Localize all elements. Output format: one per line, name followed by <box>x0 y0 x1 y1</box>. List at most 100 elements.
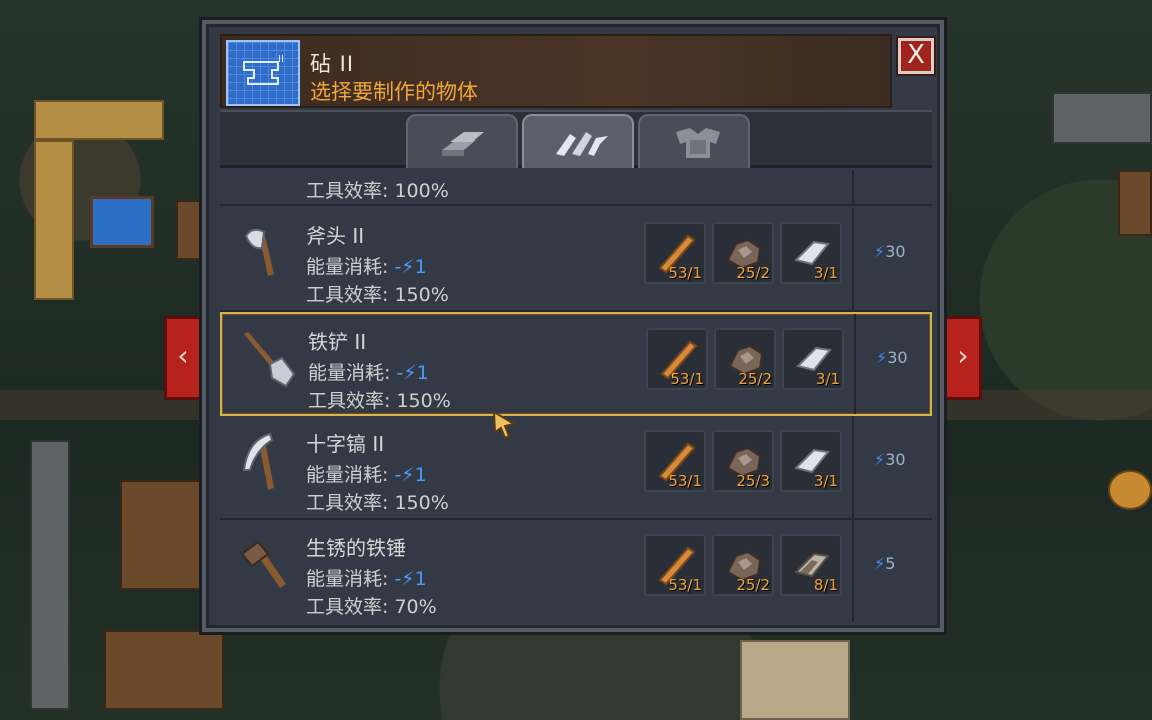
hammer-icon <box>240 540 286 588</box>
bolt-icon: ⚡ <box>874 242 886 261</box>
ingredient-slot[interactable]: 25/2 <box>714 328 776 390</box>
sand-wall <box>34 100 164 140</box>
ingredient-slot[interactable]: 53/1 <box>644 430 706 492</box>
ingredient-slot[interactable]: 3/1 <box>782 328 844 390</box>
energy-stat: 能量消耗: -⚡1 <box>306 564 427 591</box>
energy-stat: 能量消耗: -⚡1 <box>306 460 427 487</box>
ingredient-count: 53/1 <box>668 264 702 282</box>
item-name: 铁铲 II <box>308 330 367 354</box>
list-item[interactable]: 工具效率: 100% <box>220 170 932 206</box>
stone-wall <box>30 440 70 710</box>
pickaxe-icon <box>242 432 274 490</box>
energy-label: 能量消耗: <box>306 256 389 278</box>
close-button[interactable]: X <box>898 38 934 74</box>
bolt-icon: ⚡ <box>876 348 888 367</box>
ingredient-count: 3/1 <box>813 472 838 490</box>
efficiency-text: 工具效率: 150% <box>306 492 449 514</box>
wooden-chest <box>1118 170 1152 236</box>
energy-value: -⚡1 <box>394 256 427 278</box>
wooden-crate <box>104 630 224 710</box>
cost-value: 5 <box>885 554 896 573</box>
campfire <box>1108 470 1152 510</box>
ore-pile <box>740 640 850 720</box>
ingredient-slot[interactable]: 25/2 <box>712 222 774 284</box>
recipe-row-shovel[interactable]: 铁铲 II 能量消耗: -⚡1 工具效率: 150% 53/1 25/2 3/1 <box>220 312 932 416</box>
cursor-icon <box>492 410 517 440</box>
efficiency-text: 工具效率: 150% <box>306 284 449 306</box>
efficiency-text: 工具效率: 100% <box>306 180 449 202</box>
sand-wall <box>34 140 74 300</box>
efficiency-text: 工具效率: 70% <box>306 596 437 618</box>
energy-stat: 能量消耗: -⚡1 <box>306 252 427 279</box>
window-title: 砧 II <box>310 52 355 76</box>
cost-value: 30 <box>885 242 906 261</box>
ingredient-slot[interactable]: 53/1 <box>644 534 706 596</box>
recipe-row-hammer[interactable]: 生锈的铁锤 能量消耗: -⚡1 工具效率: 70% 53/1 25/2 8/1 <box>220 520 932 622</box>
energy-cost: ⚡5 <box>874 554 895 573</box>
window-header: II 砧 II 选择要制作的物体 <box>220 34 892 108</box>
ingredient-count: 8/1 <box>813 576 838 594</box>
row-divider <box>852 170 854 204</box>
recipe-list: 工具效率: 100% 斧头 II 能量消耗: -⚡1 工具效率: 150% 53… <box>220 170 932 622</box>
ingredient-count: 25/2 <box>738 370 772 388</box>
next-page-button[interactable]: › <box>944 316 982 400</box>
row-divider <box>852 208 854 310</box>
ingredient-slot[interactable]: 53/1 <box>646 328 708 390</box>
recipe-row-pickaxe[interactable]: 十字镐 II 能量消耗: -⚡1 工具效率: 150% 53/1 25/3 3/… <box>220 416 932 520</box>
blueprint-table <box>90 196 154 248</box>
ingredient-slot[interactable]: 53/1 <box>644 222 706 284</box>
efficiency-text: 工具效率: 150% <box>308 390 451 412</box>
shovel-icon <box>244 332 296 388</box>
energy-label: 能量消耗: <box>306 568 389 590</box>
energy-cost: ⚡30 <box>874 242 906 261</box>
anvil-crafting-window: II 砧 II 选择要制作的物体 X 工具效率: 100% 斧头 II 能量消耗… <box>202 20 944 632</box>
row-divider <box>852 416 854 518</box>
energy-value: -⚡1 <box>396 362 429 384</box>
energy-cost: ⚡30 <box>876 348 908 367</box>
wooden-barrel <box>176 200 202 260</box>
ingredient-count: 25/2 <box>736 264 770 282</box>
bolt-icon: ⚡ <box>874 554 886 573</box>
cost-value: 30 <box>885 450 906 469</box>
ingredient-slot[interactable]: 3/1 <box>780 222 842 284</box>
blueprint-icon: II <box>226 40 300 106</box>
energy-label: 能量消耗: <box>306 464 389 486</box>
ingredient-slot[interactable]: 3/1 <box>780 430 842 492</box>
ingredient-count: 53/1 <box>668 576 702 594</box>
item-name: 生锈的铁锤 <box>306 536 406 560</box>
item-name: 十字镐 II <box>306 432 385 456</box>
armor-icon <box>676 128 720 158</box>
ingredient-slot[interactable]: 25/2 <box>712 534 774 596</box>
bolt-icon: ⚡ <box>874 450 886 469</box>
ingredient-count: 3/1 <box>815 370 840 388</box>
axe-icon <box>244 228 274 276</box>
row-divider <box>854 314 856 414</box>
energy-value: -⚡1 <box>394 464 427 486</box>
item-name: 斧头 II <box>306 224 365 248</box>
ingredient-slot[interactable]: 25/3 <box>712 430 774 492</box>
ingot-stack-icon <box>442 132 484 156</box>
prev-page-button[interactable]: ‹ <box>164 316 202 400</box>
log-pile <box>120 480 202 590</box>
ingredient-count: 53/1 <box>670 370 704 388</box>
tools-icon <box>556 132 608 156</box>
window-subtitle: 选择要制作的物体 <box>310 80 478 104</box>
ingredient-slot[interactable]: 8/1 <box>780 534 842 596</box>
ingredient-count: 25/3 <box>736 472 770 490</box>
tab-tools[interactable] <box>522 114 634 168</box>
energy-label: 能量消耗: <box>308 362 391 384</box>
cost-value: 30 <box>887 348 908 367</box>
ingredient-count: 25/2 <box>736 576 770 594</box>
recipe-row-axe[interactable]: 斧头 II 能量消耗: -⚡1 工具效率: 150% 53/1 25/2 3/1 <box>220 208 932 312</box>
category-tabs <box>220 110 932 168</box>
energy-stat: 能量消耗: -⚡1 <box>308 358 429 385</box>
energy-value: -⚡1 <box>394 568 427 590</box>
tab-armor[interactable] <box>638 114 750 168</box>
ingredient-count: 3/1 <box>813 264 838 282</box>
tab-materials[interactable] <box>406 114 518 168</box>
energy-cost: ⚡30 <box>874 450 906 469</box>
ingredient-count: 53/1 <box>668 472 702 490</box>
svg-text:II: II <box>278 54 284 65</box>
stone-wall <box>1052 92 1152 144</box>
row-divider <box>852 520 854 622</box>
